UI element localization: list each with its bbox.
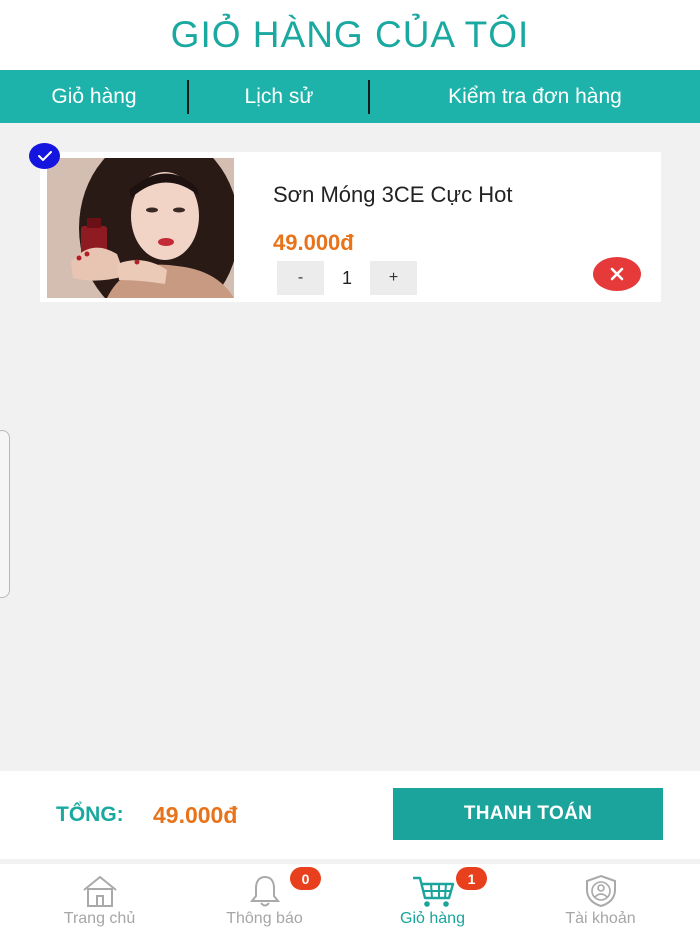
notification-count-badge: 0 [290,867,321,890]
cart-item: Sơn Móng 3CE Cực Hot 49.000đ - 1 + [40,152,661,302]
nav-label-cart: Giỏ hàng [400,910,465,927]
page-title: GIỎ HÀNG CỦA TÔI [170,14,530,55]
product-photo [47,158,234,298]
tab-bar: Giỏ hàng Lịch sử Kiểm tra đơn hàng [0,70,700,123]
cart-icon [412,876,454,907]
quantity-decrease-button[interactable]: - [277,261,324,295]
bottom-nav: Trang chủ 0 Thông báo 1 Giỏ hàng Tài kho… [0,864,700,934]
remove-item-button[interactable] [593,257,641,291]
checkout-button[interactable]: THANH TOÁN [393,788,663,840]
tab-history[interactable]: Lịch sử [188,70,370,123]
nav-label-account: Tài khoản [565,910,636,927]
tab-cart[interactable]: Giỏ hàng [0,70,188,123]
nav-item-home[interactable]: Trang chủ [12,864,187,934]
nav-item-account[interactable]: Tài khoản [513,864,688,934]
home-icon [82,875,117,907]
tab-divider [368,80,370,114]
tab-order-tracking[interactable]: Kiểm tra đơn hàng [370,70,700,123]
product-name: Sơn Móng 3CE Cực Hot [273,182,513,207]
cart-count-badge: 1 [456,867,487,890]
header: GIỎ HÀNG CỦA TÔI [0,0,700,70]
app: GIỎ HÀNG CỦA TÔI Giỏ hàng Lịch sử Kiểm t… [0,0,700,934]
product-image[interactable] [47,158,234,298]
close-icon [610,267,624,281]
total-bar: TỔNG: 49.000đ THANH TOÁN [0,771,700,859]
edge-drawer-handle[interactable] [0,430,10,598]
total-value: 49.000đ [153,802,238,828]
nav-label-home: Trang chủ [63,910,136,927]
product-price: 49.000đ [273,230,354,255]
account-icon [585,874,616,908]
tab-divider [187,80,189,114]
check-icon [37,151,52,161]
item-select-checkbox[interactable] [29,143,60,169]
nav-item-notifications[interactable]: 0 Thông báo [177,864,352,934]
quantity-value: 1 [341,267,352,288]
total-label: TỔNG: [56,803,124,826]
nav-label-notifications: Thông báo [226,910,303,927]
nav-item-cart[interactable]: 1 Giỏ hàng [345,864,520,934]
quantity-increase-button[interactable]: + [370,261,417,295]
bell-icon [249,875,280,907]
